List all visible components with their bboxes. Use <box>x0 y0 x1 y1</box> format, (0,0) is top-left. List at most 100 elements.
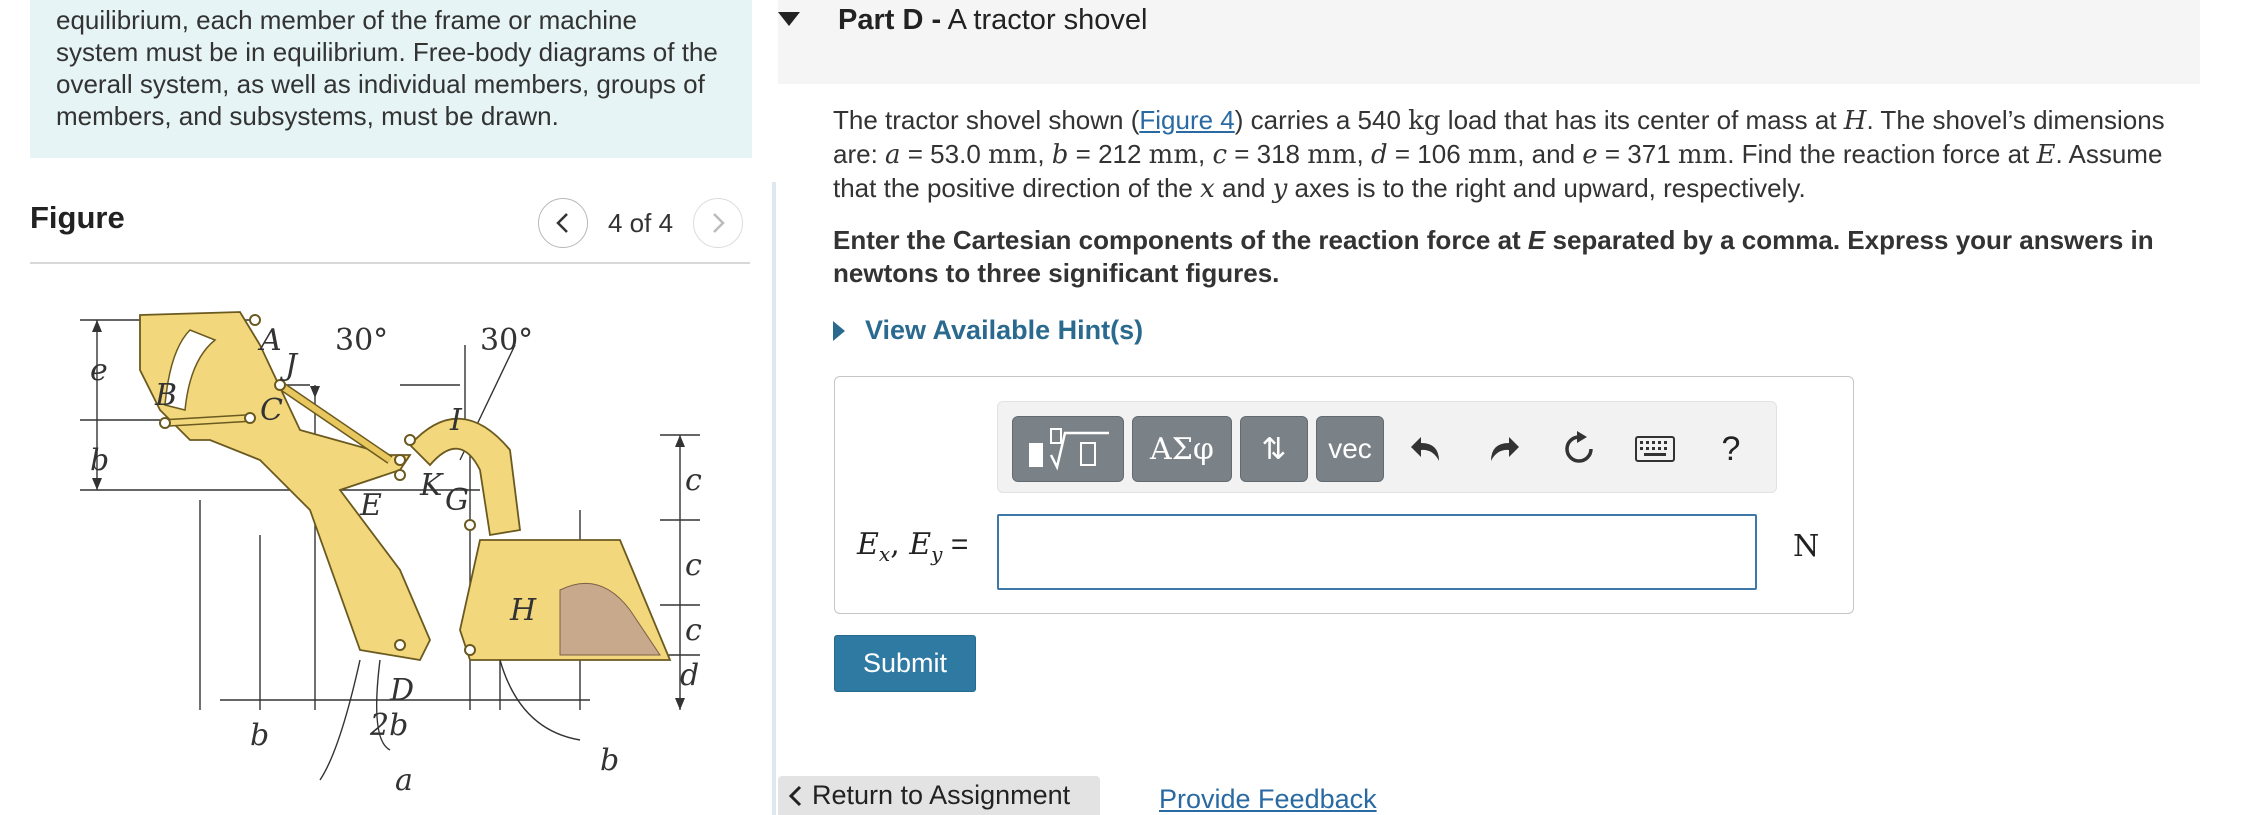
problem-text: load that has its center of mass at <box>1440 105 1844 135</box>
label-c-top: c <box>685 463 702 498</box>
label-C: C <box>260 393 283 428</box>
label-A: A <box>257 323 282 358</box>
instruction-var-E: E <box>1527 225 1546 255</box>
label-2b: 2b <box>369 708 408 743</box>
panel-divider <box>772 182 776 815</box>
collapse-caret-icon[interactable] <box>778 12 800 26</box>
unit-kg: kg <box>1408 106 1441 136</box>
unit-mm: mm <box>988 140 1038 170</box>
tractor-shovel-figure: A B C D E G H I J K 30° 30° e b b 2b b a… <box>80 311 702 798</box>
var-x: x <box>1200 174 1215 204</box>
subscript-y: y <box>931 542 943 566</box>
reset-icon <box>1565 431 1593 463</box>
greek-symbols-button[interactable]: ΑΣφ <box>1132 416 1232 482</box>
unit-mm: mm <box>1148 140 1198 170</box>
answer-unit: N <box>1793 529 1820 564</box>
var-c: c <box>1212 140 1227 170</box>
label-angle-30-left: 30° <box>335 323 388 358</box>
figure-navigation: 4 of 4 <box>538 198 744 248</box>
label-G: G <box>445 483 469 518</box>
label-c-middle: c <box>685 548 702 583</box>
label-b-vertical: b <box>90 443 109 478</box>
subscript-superscript-button[interactable]: ⇅ <box>1240 416 1308 482</box>
var-E: E <box>2036 140 2056 170</box>
next-figure-button[interactable] <box>693 198 744 248</box>
part-title: Part D - A tractor shovel <box>838 4 1147 37</box>
keyboard-icon <box>1635 436 1675 462</box>
intro-text-box: equilibrium, each member of the frame or… <box>30 0 752 158</box>
value-d: = 106 <box>1387 139 1468 169</box>
caret-right-icon <box>833 320 845 341</box>
equals-sign: = <box>942 528 969 561</box>
view-hints-label: View Available Hint(s) <box>865 315 1144 345</box>
vector-button[interactable]: vec <box>1316 416 1384 482</box>
chevron-right-icon <box>713 213 725 233</box>
value-e: = 371 <box>1597 139 1678 169</box>
value-c: = 318 <box>1227 139 1308 169</box>
chevron-left-icon <box>556 213 568 233</box>
answer-instructions: Enter the Cartesian components of the re… <box>833 224 2203 290</box>
return-to-assignment-button[interactable]: Return to Assignment <box>778 776 1100 815</box>
label-angle-30-right: 30° <box>480 323 533 358</box>
subscript-x: x <box>878 542 891 566</box>
submit-button[interactable]: Submit <box>834 635 976 692</box>
math-toolbar: ΑΣφ ⇅ vec ? <box>997 401 1777 493</box>
label-D: D <box>389 673 414 708</box>
label-a: a <box>395 763 413 798</box>
var-e: e <box>1582 140 1598 170</box>
label-H: H <box>509 593 537 628</box>
keyboard-button[interactable] <box>1630 424 1680 474</box>
answer-input[interactable] <box>997 514 1757 590</box>
figure-counter: 4 of 4 <box>608 207 674 238</box>
label-B: B <box>154 378 177 413</box>
reset-button[interactable] <box>1554 424 1604 474</box>
instruction-text: Enter the Cartesian components of the re… <box>833 225 1528 255</box>
value-a: = 53.0 <box>900 139 989 169</box>
label-d: d <box>680 658 699 693</box>
problem-text: axes is to the right and upward, respect… <box>1287 173 1806 203</box>
redo-button[interactable] <box>1478 424 1528 474</box>
problem-text: , and <box>1517 139 1583 169</box>
help-button[interactable]: ? <box>1706 424 1756 474</box>
answer-box: ΑΣφ ⇅ vec ? Ex, Ey = N <box>834 376 1854 614</box>
label-E: E <box>359 488 382 523</box>
intro-text: equilibrium, each member of the frame or… <box>56 5 718 131</box>
view-hints-toggle[interactable]: View Available Hint(s) <box>833 315 1143 346</box>
figure-divider <box>30 262 750 264</box>
part-header[interactable]: Part D - A tractor shovel <box>778 0 2200 84</box>
figure-link[interactable]: Figure 4 <box>1139 105 1234 135</box>
chevron-left-icon <box>788 785 802 806</box>
problem-text: and <box>1214 173 1273 203</box>
var-b: b <box>1051 140 1069 170</box>
fraction-root-icon <box>1029 428 1109 471</box>
provide-feedback-link[interactable]: Provide Feedback <box>1159 784 1377 815</box>
var-y: y <box>1272 174 1288 204</box>
unit-mm: mm <box>1467 140 1518 170</box>
templates-button[interactable] <box>1012 416 1124 482</box>
label-c-lower: c <box>685 613 702 648</box>
part-prefix: Part D - <box>838 4 942 36</box>
label-E-x: E <box>857 527 879 562</box>
answer-label: Ex, Ey = <box>857 527 969 566</box>
label-e: e <box>90 353 108 388</box>
var-H: H <box>1843 106 1867 136</box>
unit-mm: mm <box>1307 140 1357 170</box>
label-b-bottom-left: b <box>250 718 269 753</box>
value-b: = 212 <box>1068 139 1149 169</box>
label-J: J <box>279 348 299 383</box>
undo-button[interactable] <box>1402 424 1452 474</box>
label-E-y: E <box>909 527 932 562</box>
label-K: K <box>419 468 444 503</box>
unit-mm: mm <box>1677 140 1728 170</box>
return-label: Return to Assignment <box>812 780 1071 810</box>
undo-icon <box>1411 437 1439 461</box>
problem-statement: The tractor shovel shown (Figure 4) carr… <box>833 105 2165 204</box>
part-name: A tractor shovel <box>947 4 1148 36</box>
label-I: I <box>449 403 463 438</box>
figure-heading: Figure <box>30 200 125 235</box>
label-b-bottom-right: b <box>600 743 619 778</box>
var-d: d <box>1371 140 1388 170</box>
problem-text: ) carries a 540 <box>1234 105 1409 135</box>
var-a: a <box>885 140 901 170</box>
previous-figure-button[interactable] <box>538 198 588 248</box>
